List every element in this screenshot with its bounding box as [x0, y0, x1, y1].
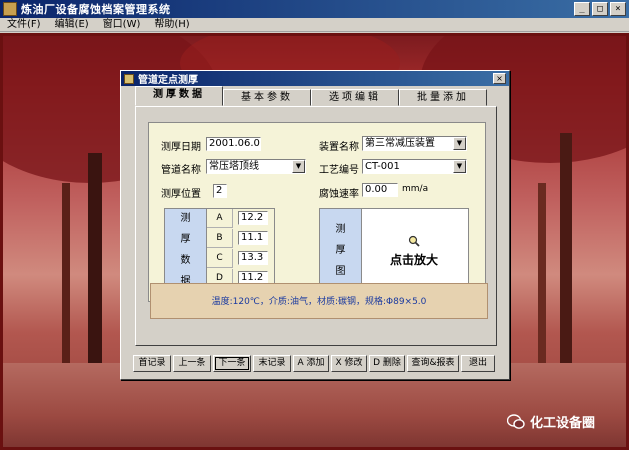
menu-help[interactable]: 帮助(H): [147, 18, 196, 32]
chevron-down-icon[interactable]: ▼: [292, 160, 305, 173]
chevron-down-icon[interactable]: ▼: [453, 137, 466, 150]
side-char: 图: [335, 265, 346, 277]
tab-basic-params[interactable]: 基本参数: [223, 89, 311, 106]
device-value: 第三常减压装置: [365, 138, 435, 149]
thickness-field-a[interactable]: 12.2: [238, 211, 268, 225]
tab-thickness-data[interactable]: 测厚数据: [135, 86, 223, 106]
query-report-button[interactable]: 查询&报表: [407, 355, 459, 372]
menu-file[interactable]: 文件(F): [0, 18, 48, 32]
menu-bar: 文件(F) 编辑(E) 窗口(W) 帮助(H): [0, 18, 629, 32]
thickness-side-label: 测 厚 数 据: [165, 209, 207, 287]
pipe-info-bar: 温度:120℃，介质:油气，材质:碳钢，规格:Φ89×5.0: [150, 283, 488, 319]
dialog-titlebar: 管道定点测厚: [121, 71, 509, 86]
data-panel: 测厚日期 2001.06.03 装置名称 第三常减压装置 ▼ 管道名称 常压塔顶…: [148, 122, 486, 302]
prev-record-button[interactable]: 上一条: [173, 355, 211, 372]
add-button[interactable]: A 添加: [293, 355, 329, 372]
watermark-text: 化工设备圈: [530, 416, 596, 431]
first-record-button[interactable]: 首记录: [133, 355, 171, 372]
restore-button[interactable]: □: [592, 2, 608, 16]
app-title: 炼油厂设备腐蚀档案管理系统: [21, 3, 171, 16]
row-label-b: B: [207, 229, 233, 248]
thickness-field-c[interactable]: 13.3: [238, 251, 268, 265]
rate-label: 腐蚀速率: [319, 189, 359, 200]
device-select[interactable]: 第三常减压装置 ▼: [362, 136, 467, 151]
wechat-icon: [507, 413, 525, 429]
pipe-select[interactable]: 常压塔顶线 ▼: [206, 159, 306, 174]
thickness-field-b[interactable]: 11.1: [238, 231, 268, 245]
minimize-button[interactable]: _: [574, 2, 590, 16]
window-controls: _ □ ×: [574, 2, 626, 16]
delete-button[interactable]: D 删除: [369, 355, 405, 372]
app-icon: [3, 2, 17, 16]
chevron-down-icon[interactable]: ▼: [453, 160, 466, 173]
row-label-a: A: [207, 209, 233, 228]
dialog-icon: [124, 73, 134, 84]
side-char: 测: [335, 223, 346, 235]
tab-strip: 测厚数据 基本参数 选项编辑 批量添加: [135, 86, 487, 106]
zoom-text: 点击放大: [390, 253, 439, 267]
row-label-c: C: [207, 249, 233, 268]
thickness-table: 测 厚 数 据 A 12.2 B 11.1 C 13.3 D 11.2: [164, 208, 275, 288]
side-char: 数: [180, 255, 191, 266]
modify-button[interactable]: X 修改: [331, 355, 367, 372]
pipe-value: 常压塔顶线: [209, 161, 259, 172]
device-label: 装置名称: [319, 142, 359, 153]
rate-field[interactable]: 0.00: [362, 183, 398, 197]
last-record-button[interactable]: 末记录: [253, 355, 291, 372]
side-char: 测: [180, 213, 191, 224]
side-char: 厚: [335, 244, 346, 256]
dialog-close-button[interactable]: ×: [493, 73, 506, 84]
position-label: 测厚位置: [161, 189, 201, 200]
process-value: CT-001: [365, 161, 400, 172]
date-field[interactable]: 2001.06.03: [206, 137, 261, 151]
tab-panel: 测厚日期 2001.06.03 装置名称 第三常减压装置 ▼ 管道名称 常压塔顶…: [135, 106, 497, 346]
process-label: 工艺编号: [319, 165, 359, 176]
rate-unit: mm/a: [402, 184, 429, 194]
pipe-label: 管道名称: [161, 165, 201, 176]
tab-option-edit[interactable]: 选项编辑: [311, 89, 399, 106]
exit-button[interactable]: 退出: [461, 355, 495, 372]
watermark: 化工设备圈: [507, 412, 595, 431]
dialog-title: 管道定点测厚: [138, 75, 198, 86]
date-label: 测厚日期: [161, 142, 201, 153]
pipe-thickness-dialog: 管道定点测厚 × 测厚数据 基本参数 选项编辑 批量添加 测厚日期 2001.0…: [120, 70, 510, 380]
thickness-figure[interactable]: 测 厚 图 点击放大: [319, 208, 469, 288]
tab-batch-add[interactable]: 批量添加: [399, 89, 487, 106]
magnifier-icon: [408, 235, 420, 247]
position-field[interactable]: 2: [213, 184, 227, 198]
side-char: 厚: [180, 234, 191, 245]
next-record-button[interactable]: 下一条: [213, 355, 251, 372]
menu-window[interactable]: 窗口(W): [96, 18, 148, 32]
app-titlebar: 炼油厂设备腐蚀档案管理系统 _ □ ×: [0, 0, 629, 18]
menu-edit[interactable]: 编辑(E): [48, 18, 96, 32]
close-button[interactable]: ×: [610, 2, 626, 16]
figure-side-label: 测 厚 图: [320, 209, 362, 287]
process-select[interactable]: CT-001 ▼: [362, 159, 467, 174]
record-buttons: 首记录 上一条 下一条 末记录 A 添加 X 修改 D 删除 查询&报表 退出: [133, 355, 495, 372]
